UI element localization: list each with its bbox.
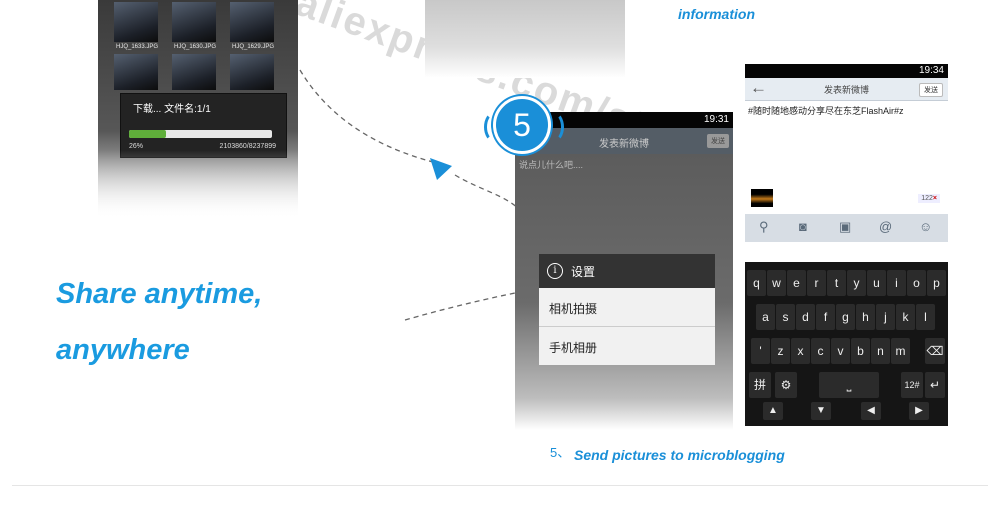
backspace-key-icon[interactable]: ⌫ <box>925 338 945 364</box>
space-key[interactable]: ⎵ <box>819 372 879 398</box>
download-progress-fill <box>129 130 167 138</box>
key-s[interactable]: s <box>776 304 795 330</box>
compose-toolbar: ⚲ ◙ ▣ @ ☺ <box>745 214 948 242</box>
download-progress-bar <box>129 130 272 138</box>
send-button[interactable]: 发送 <box>919 83 943 97</box>
photo-thumbnail <box>114 2 158 42</box>
topic-icon[interactable]: ▣ <box>839 219 851 235</box>
download-dialog: 下载... 文件名:1/1 26% 2103860/8237899 <box>120 93 287 158</box>
key-apostrophe[interactable]: ' <box>751 338 770 364</box>
tagline-line2: anywhere <box>56 334 190 366</box>
key-g[interactable]: g <box>836 304 855 330</box>
mention-icon[interactable]: @ <box>879 219 892 234</box>
key-o[interactable]: o <box>907 270 926 296</box>
photo-thumbnail <box>114 54 158 90</box>
compose-text[interactable]: #随时随地感动分享尽在东芝FlashAir#z <box>748 104 904 117</box>
key-f[interactable]: f <box>816 304 835 330</box>
arrow-down-icon[interactable]: ▼ <box>811 402 831 420</box>
thumbnail-caption: HJQ_1630.JPG <box>174 44 217 50</box>
location-icon[interactable]: ⚲ <box>759 219 769 235</box>
key-p[interactable]: p <box>927 270 946 296</box>
key-r[interactable]: r <box>807 270 826 296</box>
title-bar: ← 发表新微博 发送 <box>745 78 948 101</box>
key-e[interactable]: e <box>787 270 806 296</box>
key-l[interactable]: l <box>916 304 935 330</box>
download-percent: 26% <box>129 143 144 150</box>
arrow-left-icon[interactable]: ◀ <box>861 402 881 420</box>
arrow-right-icon[interactable]: ▶ <box>909 402 929 420</box>
key-a[interactable]: a <box>756 304 775 330</box>
key-v[interactable]: v <box>831 338 850 364</box>
char-count: 122 <box>921 195 933 202</box>
download-bytes: 2103860/8237899 <box>219 143 276 150</box>
thumbnail-caption: HJQ_1629.JPG <box>232 44 275 50</box>
key-j[interactable]: j <box>876 304 895 330</box>
photo-thumbnail <box>172 2 216 42</box>
key-h[interactable]: h <box>856 304 875 330</box>
tagline-line1: Share anytime, <box>56 278 263 310</box>
key-numbers[interactable]: 12# <box>901 372 923 398</box>
top-caption: information <box>678 6 755 22</box>
key-n[interactable]: n <box>871 338 890 364</box>
key-t[interactable]: t <box>827 270 846 296</box>
menu-header: i 设置 <box>539 254 715 288</box>
char-count-badge: 122× <box>918 194 940 203</box>
status-bar: 19:34 <box>745 64 948 78</box>
keyboard-row: ' z x c v b n m <box>745 338 948 368</box>
key-pinyin[interactable]: 拼 <box>749 372 771 398</box>
key-i[interactable]: i <box>887 270 906 296</box>
close-icon[interactable]: × <box>933 195 937 202</box>
phone-weibo-menu-screenshot: 19:31 发表新微博 发送 说点儿什么吧.... i 设置 相机拍摄 手机相册 <box>515 112 733 430</box>
status-time: 19:34 <box>918 65 944 76</box>
send-button[interactable]: 发送 <box>707 134 729 148</box>
settings-menu: i 设置 相机拍摄 手机相册 <box>539 254 715 372</box>
phone-weibo-compose-screenshot: 19:34 ← 发表新微博 发送 #随时随地感动分享尽在东芝FlashAir#z… <box>745 64 948 426</box>
attached-image-thumbnail[interactable] <box>751 189 773 207</box>
status-time: 19:31 <box>703 114 729 125</box>
key-q[interactable]: q <box>747 270 766 296</box>
divider <box>12 485 988 486</box>
keyboard: qwertyuiop asdfghjkl ' z x c v b n m 拼 ⚙ ⎵ 12# … <box>745 262 948 426</box>
photo-thumbnail <box>230 54 274 90</box>
key-c[interactable]: c <box>811 338 830 364</box>
key-m[interactable]: m <box>891 338 910 364</box>
menu-item-camera[interactable]: 相机拍摄 <box>539 288 715 327</box>
menu-item-label: 相机拍摄 <box>549 302 598 316</box>
compose-placeholder: 说点儿什么吧.... <box>519 160 584 170</box>
menu-item-label: 手机相册 <box>549 341 598 355</box>
page-title: 发表新微博 <box>823 85 869 95</box>
caption-text: Send pictures to microblogging <box>574 447 785 463</box>
fade-overlay <box>98 150 298 220</box>
key-w[interactable]: w <box>767 270 786 296</box>
keyboard-row: asdfghjkl <box>745 304 948 334</box>
thumbnail-caption: HJQ_1633.JPG <box>116 44 159 50</box>
phone-faded-screenshot <box>425 0 625 78</box>
emoji-icon[interactable]: ☺ <box>919 219 932 234</box>
enter-key-icon[interactable]: ↵ <box>925 372 945 398</box>
download-title: 下载... 文件名:1/1 <box>133 104 211 115</box>
photo-thumbnail <box>230 2 274 42</box>
photo-thumbnail <box>172 54 216 90</box>
caption-number: 5、 <box>550 445 571 460</box>
key-k[interactable]: k <box>896 304 915 330</box>
key-y[interactable]: y <box>847 270 866 296</box>
camera-icon[interactable]: ◙ <box>799 219 807 234</box>
settings-key-icon[interactable]: ⚙ <box>775 372 797 398</box>
key-z[interactable]: z <box>771 338 790 364</box>
menu-title: 设置 <box>571 265 596 279</box>
menu-item-album[interactable]: 手机相册 <box>539 327 715 365</box>
arrow-icon <box>430 158 452 180</box>
key-x[interactable]: x <box>791 338 810 364</box>
keyboard-row: qwertyuiop <box>745 270 948 300</box>
info-icon: i <box>547 263 563 279</box>
arrow-up-icon[interactable]: ▲ <box>763 402 783 420</box>
key-u[interactable]: u <box>867 270 886 296</box>
key-d[interactable]: d <box>796 304 815 330</box>
key-b[interactable]: b <box>851 338 870 364</box>
step-badge: 5 <box>493 96 551 154</box>
